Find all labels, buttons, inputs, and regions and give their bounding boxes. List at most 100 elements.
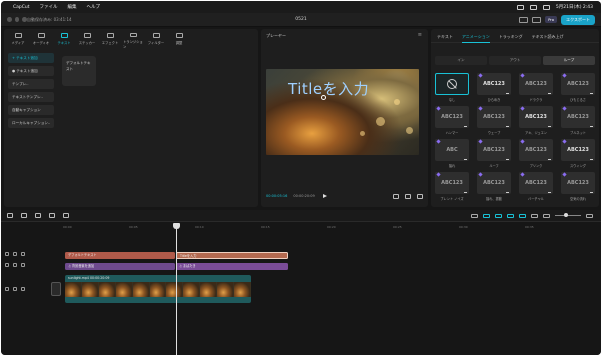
fullscreen-icon[interactable] — [417, 193, 423, 199]
category-item[interactable]: ローカルキャプション.. — [8, 118, 54, 128]
animation-preset[interactable]: ABC123 ひもじるさ — [561, 73, 595, 102]
layout-icon[interactable] — [519, 16, 529, 23]
tab-text-to-speech[interactable]: テキスト読み上げ — [532, 34, 564, 42]
lock-icon[interactable] — [5, 263, 9, 267]
animation-preset[interactable]: ABC 揺れ — [435, 139, 469, 168]
animation-preset[interactable]: ABC123 スウィング — [561, 139, 595, 168]
animation-preset[interactable]: ABC123 ひらめき — [477, 73, 511, 102]
auto-snap-icon[interactable] — [495, 213, 502, 218]
animation-preset[interactable]: ABC123 ルーフ — [477, 139, 511, 168]
zoom-out-icon[interactable] — [543, 213, 550, 218]
crop-icon[interactable] — [393, 193, 399, 199]
shortcut-icon[interactable] — [532, 16, 542, 23]
tab-animation[interactable]: アニメーション — [461, 34, 490, 43]
audio-toggle-icon[interactable] — [21, 287, 25, 291]
export-button[interactable]: エクスポート — [561, 14, 595, 25]
lock-icon[interactable] — [5, 287, 9, 291]
segment-loop[interactable]: ループ — [543, 56, 595, 65]
cover-button[interactable] — [51, 282, 61, 296]
time-ruler[interactable]: 00:00 00:05 00:10 00:15 00:20 00:25 00:30 00:35 — [63, 223, 601, 231]
visibility-icon[interactable] — [13, 263, 17, 267]
animation-preset[interactable]: ABC123 ブルネット — [561, 106, 595, 135]
menu-file[interactable]: ファイル — [40, 4, 58, 10]
close-window-button[interactable] — [7, 17, 12, 22]
caption-icon[interactable] — [531, 213, 538, 218]
tab-tracking[interactable]: トラッキング — [499, 34, 523, 42]
split-icon[interactable] — [49, 213, 55, 218]
animation-preset[interactable]: なし — [435, 73, 469, 102]
animation-preset[interactable]: ABC123 揺れ、振動 — [477, 172, 511, 201]
download-icon[interactable] — [590, 124, 593, 127]
category-item[interactable]: テキストテンプレ.. — [8, 92, 54, 102]
download-icon[interactable] — [548, 124, 551, 127]
download-icon[interactable] — [548, 157, 551, 160]
download-icon[interactable] — [590, 91, 593, 94]
menu-edit[interactable]: 編集 — [68, 4, 77, 10]
download-icon[interactable] — [464, 190, 467, 193]
download-icon[interactable] — [506, 157, 509, 160]
download-icon[interactable] — [506, 124, 509, 127]
category-item[interactable]: ● テキスト追加 — [8, 66, 54, 76]
delete-icon[interactable] — [63, 213, 69, 218]
download-icon[interactable] — [590, 157, 593, 160]
timeline[interactable]: 00:00 00:05 00:10 00:15 00:20 00:25 00:30 00:35… — [1, 223, 601, 355]
animation-preset[interactable]: ABC123 ブリンク — [519, 139, 553, 168]
zoom-slider-knob[interactable] — [564, 213, 568, 217]
download-icon[interactable] — [590, 190, 593, 193]
audio-toggle-icon[interactable] — [21, 252, 25, 256]
tool-effects[interactable]: エフェクト — [100, 33, 120, 49]
visibility-icon[interactable] — [13, 252, 17, 256]
tool-filters[interactable]: フィルター — [146, 33, 166, 49]
tool-audio[interactable]: オーディオ — [31, 33, 51, 49]
main-track-magnet-icon[interactable] — [483, 213, 490, 218]
playhead-handle[interactable] — [173, 223, 180, 229]
audio-toggle-icon[interactable] — [21, 263, 25, 267]
visibility-icon[interactable] — [13, 287, 17, 291]
menubar-clock[interactable]: 5月21日(木) 2:43 — [556, 4, 593, 10]
download-icon[interactable] — [506, 91, 509, 94]
tool-transitions[interactable]: トランジション — [123, 33, 143, 49]
animation-preset[interactable]: ABC123 アキ、ジュエン — [519, 106, 553, 135]
animation-preset[interactable]: ABC123 ハンマー — [435, 106, 469, 135]
transform-handle[interactable] — [321, 95, 326, 100]
tab-text[interactable]: テキスト — [437, 34, 453, 42]
animation-preset[interactable]: ABC123 空気の流れ — [561, 172, 595, 201]
lock-icon[interactable] — [5, 252, 9, 256]
animation-preset[interactable]: ABC123 ウェーブ — [477, 106, 511, 135]
text-clip-selected[interactable]: Titleを入力 — [176, 252, 288, 259]
download-icon[interactable] — [464, 157, 467, 160]
mic-icon[interactable] — [471, 213, 478, 218]
video-preview[interactable]: Titleを入力 — [266, 69, 419, 155]
video-clip[interactable]: sunlight.mp4 00:00:20:09 — [65, 275, 251, 303]
download-icon[interactable] — [548, 190, 551, 193]
undo-icon[interactable] — [21, 213, 27, 218]
segment-in[interactable]: イン — [435, 56, 487, 65]
animation-preset[interactable]: ABC123 ブレント ノイズ — [435, 172, 469, 201]
zoom-in-icon[interactable] — [586, 213, 593, 218]
tool-media[interactable]: メディア — [8, 33, 28, 49]
text-clip[interactable]: デフォルトテキスト — [65, 252, 175, 259]
category-item[interactable]: + テキスト追加 — [8, 53, 54, 63]
default-text-card[interactable]: デフォルトテキスト — [62, 56, 96, 86]
category-item[interactable]: 自動キャプション — [8, 105, 54, 115]
download-icon[interactable] — [548, 91, 551, 94]
minimize-window-button[interactable] — [14, 17, 20, 22]
audio-clip[interactable]: ♫ 背景音楽を追加 — [65, 263, 175, 270]
zoom-slider[interactable] — [555, 213, 581, 217]
tool-text[interactable]: テキスト — [54, 33, 74, 49]
linkage-icon[interactable] — [507, 213, 514, 218]
menu-help[interactable]: ヘルプ — [87, 4, 101, 10]
battery-icon[interactable] — [516, 4, 524, 10]
pro-badge[interactable]: Pro — [545, 16, 558, 23]
category-item[interactable]: テンプレ.. — [8, 79, 54, 89]
ratio-icon[interactable] — [405, 193, 411, 199]
audio-clip[interactable]: ♫ まばたき — [176, 263, 288, 270]
player-menu-icon[interactable]: ≡ — [418, 32, 422, 38]
preview-axis-icon[interactable] — [519, 213, 526, 218]
menu-app-name[interactable]: CapCut — [13, 5, 30, 10]
control-center-icon[interactable] — [542, 4, 550, 10]
animation-preset[interactable]: ABC123 ドラクラ — [519, 73, 553, 102]
tool-stickers[interactable]: ステッカー — [77, 33, 97, 49]
download-icon[interactable] — [506, 190, 509, 193]
title-text-overlay[interactable]: Titleを入力 — [288, 78, 369, 99]
